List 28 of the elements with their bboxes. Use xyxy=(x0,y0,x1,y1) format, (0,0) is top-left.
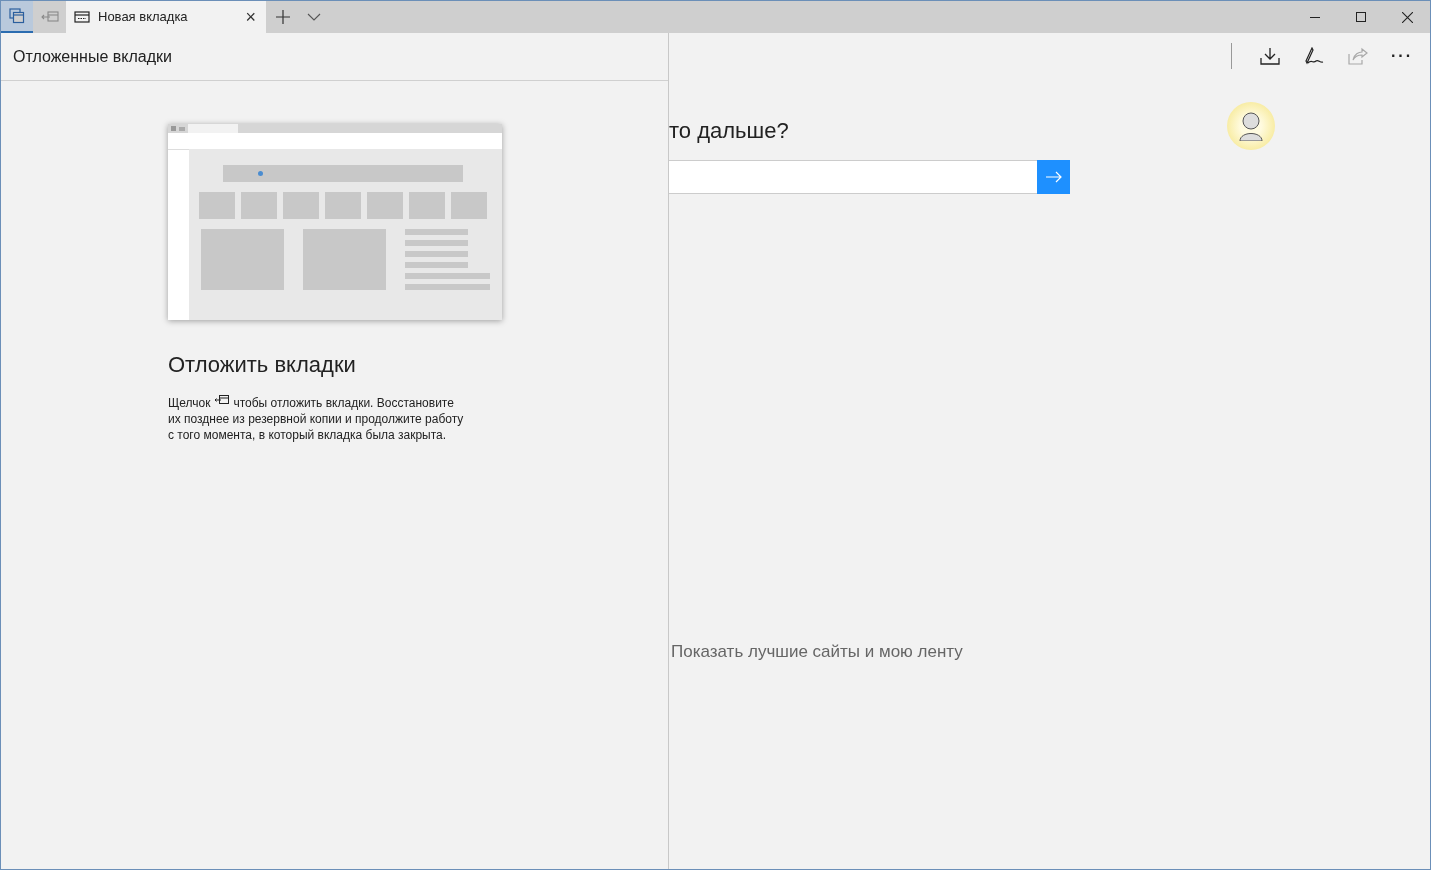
description-text: чтобы отложить вкладки. Восстановите xyxy=(233,395,454,411)
show-feed-link[interactable]: Показать лучшие сайты и мою ленту xyxy=(671,642,963,661)
arrow-right-icon xyxy=(1045,171,1062,183)
person-silhouette-icon xyxy=(1238,111,1264,141)
panel-heading: Отложить вкладки xyxy=(168,351,357,379)
share-icon xyxy=(1348,46,1368,65)
tab-manager-button[interactable] xyxy=(1,1,33,33)
search-field[interactable] xyxy=(669,160,1037,194)
page-icon xyxy=(74,11,90,23)
more-button[interactable]: ··· xyxy=(1380,35,1424,76)
set-aside-icon xyxy=(214,395,230,405)
close-tab-button[interactable]: × xyxy=(245,8,256,26)
description-text: Щелчок xyxy=(168,395,211,411)
close-icon xyxy=(1401,11,1413,23)
browser-tab[interactable]: Новая вкладка × xyxy=(66,1,266,33)
chevron-down-icon xyxy=(307,13,321,21)
pen-icon xyxy=(1304,46,1324,65)
tab-title: Новая вкладка xyxy=(98,8,189,27)
minimize-icon xyxy=(1310,16,1320,18)
stacked-windows-icon xyxy=(9,8,25,24)
search-go-button[interactable] xyxy=(1037,160,1070,194)
maximize-icon xyxy=(1356,12,1366,22)
page-heading: то дальше? xyxy=(669,117,789,145)
set-aside-icon xyxy=(40,11,59,23)
panel-title: Отложенные вкладки xyxy=(13,46,172,67)
description-text: их позднее из резервной копии и продолжите работу с того момента, в который вкладка была закрыта. xyxy=(168,411,465,443)
download-icon xyxy=(1260,46,1280,65)
plus-icon xyxy=(275,10,290,24)
